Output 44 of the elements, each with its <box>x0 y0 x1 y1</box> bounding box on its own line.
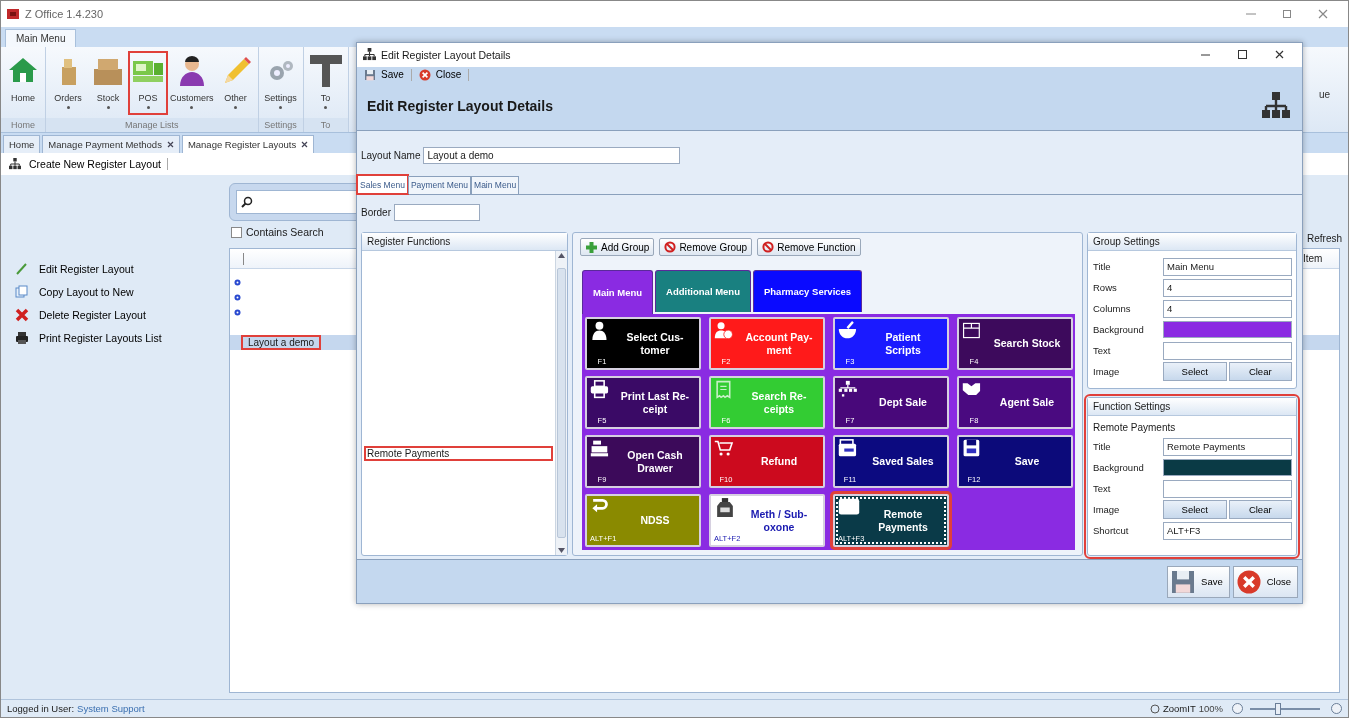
status-label: Logged in User: <box>7 703 75 714</box>
button-title: Meth / Sub- oxone <box>749 507 809 534</box>
field-label: Background <box>1093 462 1145 474</box>
table-cell: Layout a demo <box>242 336 321 349</box>
field-label: Layout Name <box>361 149 421 161</box>
button-title: Refund <box>759 455 799 469</box>
ribbon-group-label: To <box>303 118 348 132</box>
button-title: Patient Scripts <box>884 330 922 357</box>
button-title: Dept Sale <box>878 396 928 410</box>
button-title: Saved Sales <box>871 455 935 469</box>
field-label: Title <box>1093 441 1112 453</box>
zoom-label: ZoomIT <box>1162 703 1196 714</box>
field-label: Background <box>1093 324 1145 336</box>
ribbon-group-label: Manage Lists <box>46 118 258 132</box>
ribbon-group-label: Settings <box>258 118 303 132</box>
button-title: Save <box>1013 455 1041 469</box>
field-label: Image <box>1093 366 1121 378</box>
field-label: Text <box>1093 345 1112 357</box>
field-label: Border <box>361 206 391 218</box>
button-title: Search Re- ceipts <box>750 389 808 416</box>
field-label: Image <box>1093 504 1121 516</box>
function-name: Remote Payments <box>1092 421 1177 436</box>
field-label: Shortcut <box>1093 525 1130 537</box>
button-title: Open Cash Drawer <box>626 448 684 475</box>
window-title: Z Office 1.4.230 <box>25 8 104 20</box>
button-title: Account Pay- ment <box>744 330 814 357</box>
field-label: Text <box>1093 483 1112 495</box>
zoom-value: 100% <box>1198 703 1223 714</box>
ribbon-group-label: Home <box>1 118 45 132</box>
field-label: Rows <box>1093 282 1118 294</box>
dialog-title: Edit Register Layout Details <box>381 48 511 61</box>
dialog-heading: Edit Register Layout Details <box>367 98 553 115</box>
panel-title: Register Functions <box>362 233 567 252</box>
button-title: Search Stock <box>992 337 1062 351</box>
field-label: Columns <box>1093 303 1132 315</box>
button-title: Select Cus- tomer <box>625 330 685 357</box>
panel-title: Group Settings <box>1088 233 1296 252</box>
field-label: Title <box>1093 261 1112 273</box>
user-name: System Support <box>77 703 145 714</box>
button-title: Agent Sale <box>998 396 1056 410</box>
panel-title: Function Settings <box>1088 398 1296 417</box>
button-title: Print Last Re- ceipt <box>619 389 691 416</box>
button-title: NDSS <box>639 514 671 528</box>
button-title: Remote Payments <box>877 507 929 534</box>
